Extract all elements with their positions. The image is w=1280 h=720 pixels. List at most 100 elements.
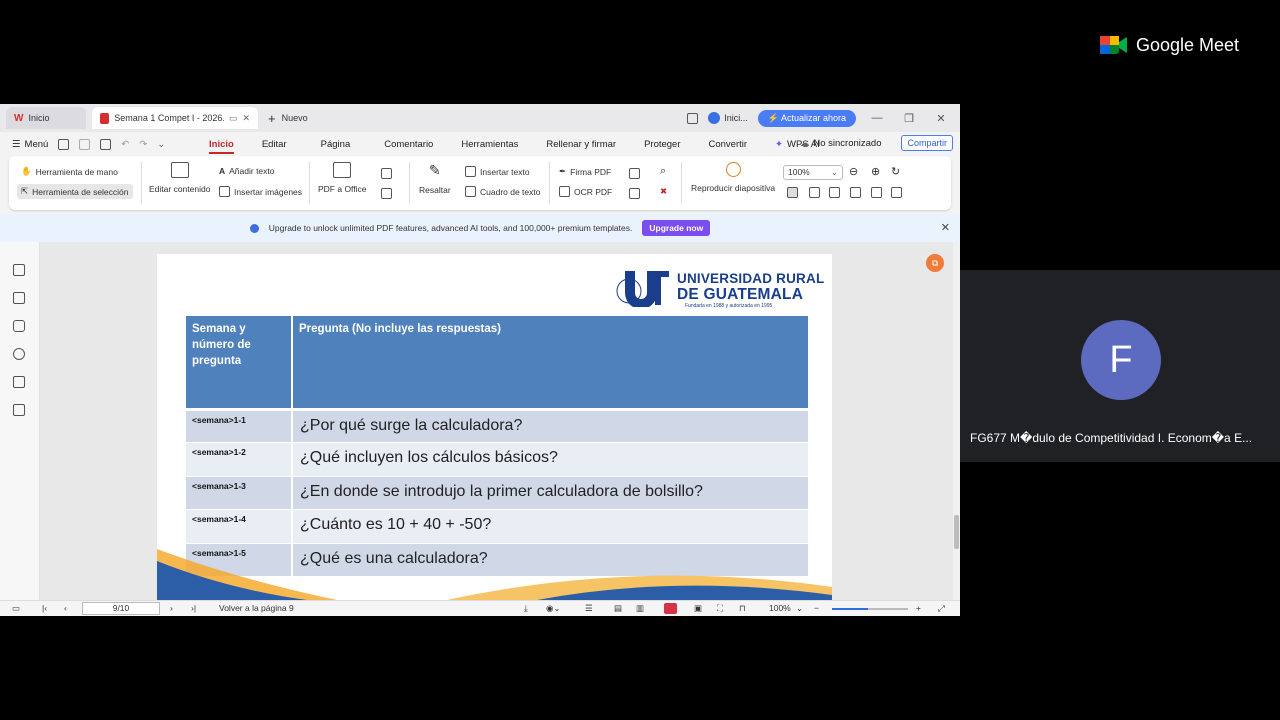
record-icon[interactable]: [664, 603, 677, 614]
zoom-in-icon[interactable]: ⊕: [871, 165, 880, 178]
zoom-select[interactable]: 100% ⌄: [783, 165, 843, 180]
row-question: ¿Cuánto es 10 + 40 + -50?: [292, 509, 808, 544]
bookmark-view-icon[interactable]: ⊓: [739, 603, 746, 614]
copy-icon[interactable]: [381, 188, 392, 199]
page-number-input[interactable]: 9/10: [82, 602, 160, 615]
scrollbar-thumb[interactable]: [954, 515, 959, 549]
menu-button[interactable]: ☰ Menú: [12, 139, 48, 150]
signature-icon[interactable]: [13, 376, 25, 388]
pen-icon: ✒: [559, 166, 567, 176]
menu-tab-herramientas[interactable]: Herramientas: [447, 132, 532, 156]
chevron-down-icon[interactable]: ⌄: [157, 139, 165, 150]
reading-mode-icon[interactable]: ▣: [694, 603, 702, 614]
rotate-icon[interactable]: ↻: [891, 165, 900, 178]
search-icon[interactable]: ⌕: [660, 165, 666, 178]
menu-tab-inicio[interactable]: Inicio: [195, 132, 248, 156]
export-icon[interactable]: ⤓: [524, 603, 528, 614]
close-banner-icon[interactable]: ✕: [941, 221, 950, 234]
add-text-icon: A: [219, 166, 226, 176]
redo-icon[interactable]: ↷: [139, 139, 147, 150]
ocr-button[interactable]: OCR PDF: [559, 186, 612, 197]
layers-icon[interactable]: [13, 404, 25, 416]
text-box-button[interactable]: Cuadro de texto: [465, 186, 540, 197]
menu-tab-editar[interactable]: Editar: [248, 132, 301, 156]
print-icon[interactable]: [100, 138, 112, 150]
zoom-level[interactable]: 100%: [769, 603, 791, 613]
dual-page-icon[interactable]: [891, 187, 902, 198]
table-row: <semana>1-1 ¿Por qué surge la calculador…: [186, 407, 808, 443]
highlight-button[interactable]: ✎ Resaltar: [419, 162, 451, 195]
tab-document[interactable]: Semana 1 Compet I - 2026.pp ▭ ✕: [92, 107, 258, 129]
edit-content-label: Editar contenido: [149, 184, 211, 194]
save-icon[interactable]: [79, 138, 91, 150]
split-icon[interactable]: [850, 187, 861, 198]
floating-action-icon[interactable]: ⧉: [926, 254, 944, 272]
single-view-icon[interactable]: ▤: [614, 603, 622, 614]
row-code: <semana>1-2: [186, 442, 293, 477]
insert-images-button[interactable]: Insertar imágenes: [219, 186, 302, 197]
comments-icon[interactable]: [13, 320, 25, 332]
menu-tab-pagina[interactable]: Página: [301, 132, 371, 156]
vertical-scrollbar[interactable]: [953, 242, 960, 600]
pdf-sign-button[interactable]: ✒ Firma PDF: [559, 166, 611, 177]
edit-content-button[interactable]: Editar contenido: [149, 162, 210, 194]
select-tool-button[interactable]: ⇱ Herramienta de selección: [17, 184, 133, 199]
edit-content-icon: [170, 162, 189, 178]
new-tab-button[interactable]: + Nuevo: [268, 111, 308, 126]
eye-icon[interactable]: ◉⌄: [546, 603, 561, 614]
prev-page-icon[interactable]: ‹: [64, 603, 67, 613]
image-tools-icon[interactable]: [629, 168, 640, 179]
meet-camera-icon: [1100, 36, 1127, 54]
minimize-icon[interactable]: —: [866, 112, 888, 124]
close-window-icon[interactable]: ✕: [930, 112, 952, 125]
undo-icon[interactable]: ↶: [121, 139, 129, 150]
account-button[interactable]: Inici...: [708, 112, 748, 124]
participant-tile[interactable]: F FG677 M�dulo de Competitividad I. Econ…: [960, 270, 1280, 462]
fit-page-icon[interactable]: [809, 187, 820, 198]
pdf-to-office-button[interactable]: PDF a Office: [318, 162, 367, 194]
tab-home[interactable]: W Inicio: [6, 107, 86, 129]
convert-icon[interactable]: [381, 168, 392, 179]
next-page-icon[interactable]: ›: [170, 603, 173, 613]
insert-text-button[interactable]: Insertar texto: [465, 166, 530, 177]
back-to-page-link[interactable]: Volver a la página 9: [219, 603, 294, 613]
menu-tab-rellenar[interactable]: Rellenar y firmar: [532, 132, 630, 156]
bookmark-icon[interactable]: [13, 264, 25, 276]
fit-width-icon[interactable]: ⛶: [717, 603, 723, 614]
add-text-button[interactable]: A Añadir texto: [219, 166, 275, 176]
hand-tool-button[interactable]: ✋ Herramienta de mano: [21, 166, 118, 177]
zoom-out-button[interactable]: −: [814, 603, 819, 613]
translate-icon[interactable]: [629, 188, 640, 199]
attachment-icon[interactable]: [13, 348, 25, 360]
upgrade-banner-text: Upgrade to unlock unlimited PDF features…: [268, 223, 633, 233]
clipboard-icon[interactable]: [687, 112, 699, 124]
sync-status[interactable]: ☁ No sincronizado: [800, 138, 882, 149]
first-page-icon[interactable]: |‹: [42, 603, 47, 613]
crop-icon[interactable]: [829, 187, 840, 198]
single-page-icon[interactable]: [787, 187, 798, 198]
menu-tab-convertir[interactable]: Convertir: [695, 132, 762, 156]
last-page-icon[interactable]: ›|: [191, 603, 196, 613]
menu-tab-comentario[interactable]: Comentario: [370, 132, 447, 156]
close-tab-icon[interactable]: ✕: [242, 113, 250, 124]
menu-tab-proteger[interactable]: Proteger: [630, 132, 694, 156]
sidebar-toggle-icon[interactable]: ▭: [12, 603, 20, 614]
row-question: ¿En donde se introdujo la primer calcula…: [292, 476, 808, 510]
compress-icon[interactable]: ✖: [660, 186, 667, 197]
zoom-slider[interactable]: [832, 608, 908, 610]
double-view-icon[interactable]: ▥: [636, 603, 644, 614]
continuous-view-icon[interactable]: ☰: [585, 603, 593, 614]
thumbnails-icon[interactable]: [13, 292, 25, 304]
upgrade-now-button[interactable]: Upgrade now: [642, 220, 711, 236]
chevron-down-icon[interactable]: ⌄: [796, 603, 803, 614]
slideshow-button[interactable]: Reproducir diapositiva: [691, 162, 775, 193]
open-folder-icon[interactable]: [58, 138, 70, 150]
restore-icon[interactable]: ❐: [898, 112, 920, 125]
fullscreen-icon[interactable]: ⤢: [938, 603, 945, 614]
zoom-out-icon[interactable]: ⊖: [849, 165, 858, 178]
extract-icon[interactable]: [871, 187, 882, 198]
zoom-in-button[interactable]: +: [916, 603, 921, 613]
share-button[interactable]: Compartir: [901, 135, 953, 151]
update-now-button[interactable]: ⚡ Actualizar ahora: [757, 109, 856, 127]
logo-line2: DE GUATEMALA: [677, 286, 804, 303]
